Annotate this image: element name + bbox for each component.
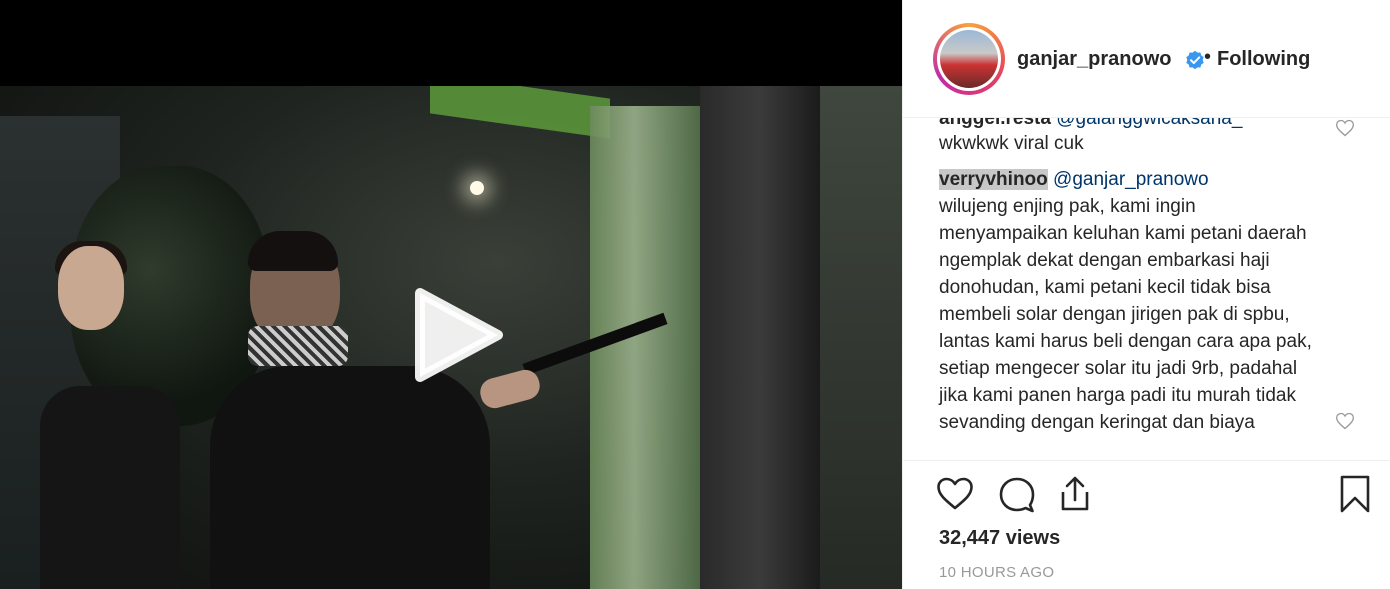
comment-item: verryvhinoo @ganjar_pranowo wilujeng enj…: [939, 166, 1319, 436]
comment-text: wilujeng enjing pak, kami ingin menyampa…: [939, 196, 1312, 433]
scene-scarf: [248, 326, 348, 366]
play-icon[interactable]: [408, 285, 508, 385]
following-button[interactable]: Following: [1217, 48, 1310, 71]
scene-street-light: [470, 181, 484, 195]
avatar-image: [940, 30, 998, 88]
scene-green-awning: [430, 86, 610, 139]
post-username[interactable]: ganjar_pranowo: [1017, 48, 1171, 71]
bookmark-icon[interactable]: [1335, 474, 1375, 514]
comments-list[interactable]: anggel.resta @galanggwicaksana_ wkwkwk v…: [903, 118, 1390, 461]
post-actions: [903, 470, 1390, 520]
heart-icon[interactable]: [935, 474, 975, 514]
scene-person-left: [40, 386, 180, 589]
avatar[interactable]: [933, 23, 1005, 95]
view-count[interactable]: 32,447 views: [939, 527, 1060, 550]
comment-mention[interactable]: @ganjar_pranowo: [1053, 169, 1209, 190]
scene-dark-pillar: [700, 86, 820, 589]
scene-person-left-head: [58, 246, 124, 330]
comment-mention[interactable]: @galanggwicaksana_: [1056, 118, 1242, 129]
post-header: ganjar_pranowo • Following: [903, 0, 1390, 118]
comment-username[interactable]: anggel.resta: [939, 118, 1051, 129]
verified-badge-icon: [1186, 50, 1204, 70]
comment-like-heart-icon[interactable]: [1335, 118, 1355, 138]
comment-bubble-icon[interactable]: [997, 474, 1037, 514]
comment-text: wkwkwk viral cuk: [939, 133, 1084, 154]
avatar-border: [937, 27, 1001, 91]
scene-right-wall: [820, 86, 902, 589]
share-icon[interactable]: [1055, 474, 1095, 514]
scene-pillar: [590, 106, 700, 589]
video-player[interactable]: [0, 0, 902, 589]
post-sidebar: ganjar_pranowo • Following anggel.resta …: [902, 0, 1390, 589]
comment-item: anggel.resta @galanggwicaksana_: [939, 118, 1319, 131]
scene-person-center-hair: [248, 231, 338, 271]
scene-person-center: [210, 366, 490, 589]
comment-like-heart-icon[interactable]: [1335, 411, 1355, 431]
post-timestamp[interactable]: 10 HOURS AGO: [939, 564, 1054, 581]
header-separator: •: [1204, 46, 1212, 68]
comment-username[interactable]: verryvhinoo: [939, 169, 1048, 190]
